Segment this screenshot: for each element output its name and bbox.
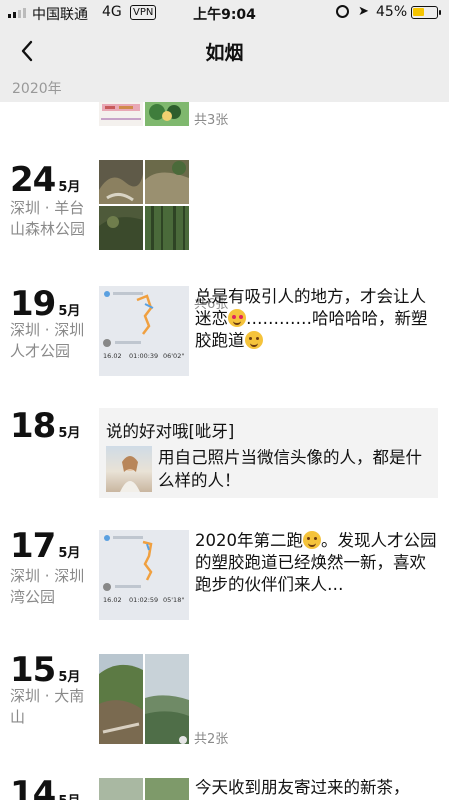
rotation-lock-icon [336, 5, 349, 18]
entry-location[interactable]: 深圳 · 深圳湾公园 [10, 566, 94, 608]
entry-text-part: 2020年第二跑 [195, 531, 303, 550]
entry-day: 18 [10, 406, 56, 446]
run-duration: 01:00:39 [129, 352, 158, 360]
moment-entry[interactable]: 145月 今天收到朋友寄过来的新茶， [0, 774, 449, 800]
entry-month: 5月 [58, 304, 81, 319]
entry-day: 14 [10, 774, 56, 800]
article-title: 用自己照片当微信头像的人，都是什么样的人！ [158, 448, 422, 490]
entry-date: 145月 [10, 774, 80, 800]
entry-location[interactable]: 深圳 · 深圳人才公园 [10, 320, 94, 362]
entry-location[interactable]: 深圳 · 大南山 [10, 686, 94, 728]
battery-percent: 45% [376, 4, 408, 20]
run-pace: 06'02" [163, 352, 184, 360]
entry-text: 总是有吸引人的地方，才会让人迷恋 …………哈哈哈哈，新塑胶跑道 [195, 286, 439, 352]
entry-day: 15 [10, 650, 56, 690]
entry-date: 17 5月 [10, 526, 80, 566]
moment-entry[interactable]: 共3张 [0, 102, 449, 134]
entry-date: 24 5月 [10, 160, 80, 200]
entry-month: 5月 [58, 794, 80, 800]
photo-count: 共2张 [194, 732, 229, 747]
photo-thumbnails[interactable] [99, 102, 189, 126]
share-caption: 说的好对哦[呲牙] [106, 422, 235, 441]
article-thumbnail [106, 446, 152, 492]
moment-entry[interactable]: 15 5月 深圳 · 大南山 共2张 [0, 650, 449, 750]
entry-day: 19 [10, 284, 56, 324]
photo-count: 共3张 [194, 113, 229, 128]
entry-month: 5月 [58, 426, 81, 441]
entry-date: 15 5月 [10, 650, 80, 690]
run-distance: 16.02 [103, 596, 122, 604]
run-record-thumbnail[interactable]: 16.02 01:02:59 05'18" [99, 530, 189, 620]
moment-entry[interactable]: 18 5月 说的好对哦[呲牙] 用自己照片当微信头像的人，都是什么样的人！ [0, 406, 449, 498]
page-title: 如烟 [205, 42, 244, 64]
entry-date: 19 5月 [10, 284, 80, 324]
nav-bar: 如烟 [0, 26, 449, 76]
entry-month: 5月 [58, 180, 81, 195]
entry-month: 5月 [58, 670, 81, 685]
moment-entry[interactable]: 24 5月 深圳 · 羊台山森林公园 共6张 [0, 160, 449, 312]
entry-day: 24 [10, 160, 56, 200]
location-arrow-icon: ➤ [358, 4, 369, 19]
shared-link[interactable]: 用自己照片当微信头像的人，都是什么样的人！ [106, 446, 431, 492]
shared-article-card[interactable]: 说的好对哦[呲牙] 用自己照片当微信头像的人，都是什么样的人！ [99, 408, 438, 498]
heart-eyes-emoji-icon [228, 309, 246, 327]
run-duration: 01:02:59 [129, 596, 158, 604]
grimace-emoji-icon [303, 531, 321, 549]
status-bar: 中国联通 4G VPN 上午9:04 ➤ 45% [0, 0, 449, 26]
entry-day: 17 [10, 526, 56, 566]
moment-entry[interactable]: 195月 深圳 · 深圳人才公园 16.02 01:00:39 06'02" [0, 284, 449, 380]
photo-thumbnails[interactable] [99, 778, 189, 800]
run-record-thumbnail[interactable]: 16.02 01:00:39 06'02" [99, 286, 189, 376]
entry-month: 5月 [58, 546, 81, 561]
battery-icon [411, 6, 441, 19]
thinking-emoji-icon [244, 331, 263, 349]
photo-thumbnails[interactable] [99, 160, 189, 250]
entry-text: 2020年第二跑 。发现人才公园的塑胶跑道已经焕然一新，喜欢跑步的伙伴们来人… [195, 530, 439, 596]
run-distance: 16.02 [103, 352, 122, 360]
moments-feed[interactable]: 共3张 24 5月 深圳 · 羊台山森林公园 共6张 19 5月 深圳 · 深圳… [0, 102, 449, 800]
year-header: 2020年 [0, 76, 449, 102]
photo-thumbnails[interactable] [99, 654, 189, 744]
entry-location[interactable]: 深圳 · 羊台山森林公园 [10, 198, 94, 240]
moment-entry[interactable]: 17 5月 深圳 · 深圳湾公园 16.02 01:02:59 05'18" 2… [0, 526, 449, 624]
entry-text: 今天收到朋友寄过来的新茶， [195, 778, 410, 797]
entry-date: 18 5月 [10, 406, 80, 446]
run-pace: 05'18" [163, 596, 184, 604]
